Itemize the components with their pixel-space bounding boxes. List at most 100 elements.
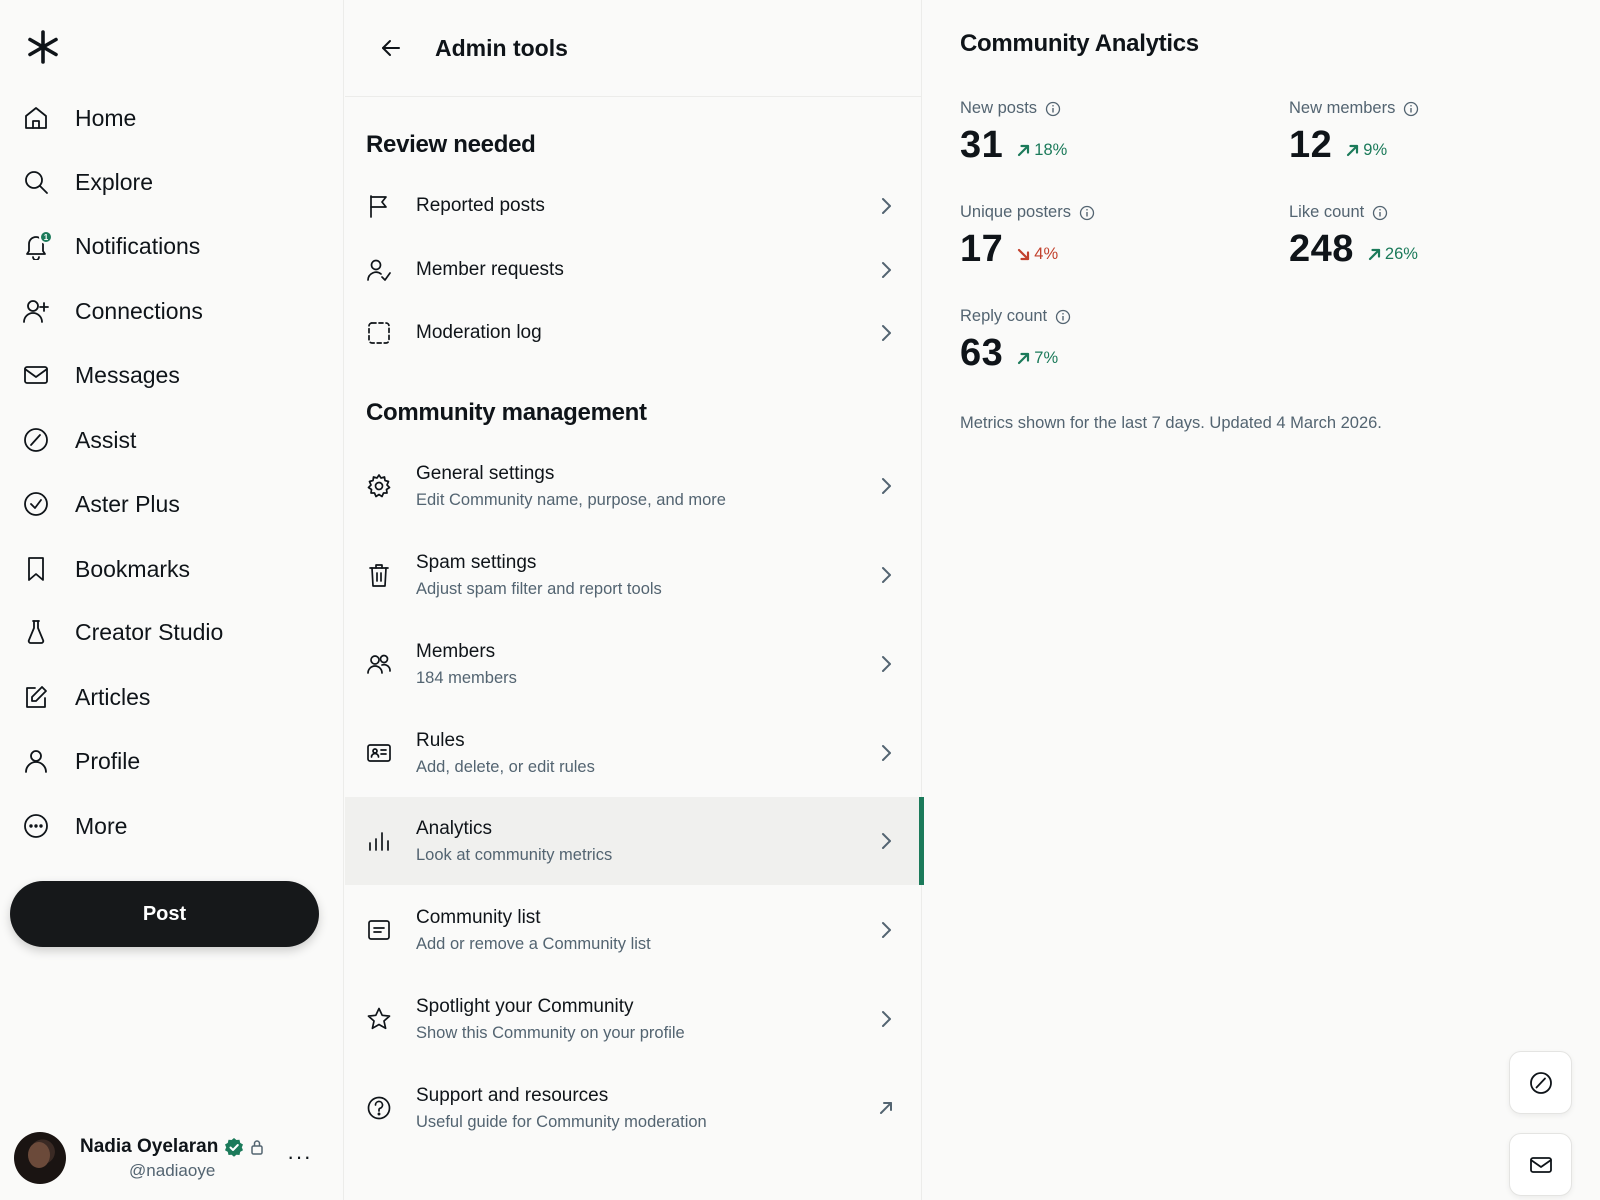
metric-value-row: 12 9% bbox=[1289, 124, 1419, 167]
section-title-management: Community management bbox=[366, 399, 647, 426]
row-text: Spotlight your Community Show this Commun… bbox=[416, 996, 685, 1043]
info-icon[interactable] bbox=[1403, 101, 1419, 117]
metric-new-posts: New posts 31 18% bbox=[960, 99, 1067, 167]
info-icon[interactable] bbox=[1079, 205, 1095, 221]
account-name: Nadia Oyelaran bbox=[80, 1135, 219, 1157]
account-handle: @nadiaoye bbox=[129, 1160, 216, 1180]
nav-bookmarks[interactable]: Bookmarks bbox=[20, 546, 190, 592]
nav-notifications[interactable]: 1 Notifications bbox=[20, 223, 200, 269]
post-button[interactable]: Post bbox=[10, 881, 319, 947]
row-analytics[interactable]: Analytics Look at community metrics bbox=[345, 797, 924, 885]
row-text: Members 184 members bbox=[416, 641, 517, 688]
nav-messages[interactable]: Messages bbox=[20, 352, 180, 398]
mail-icon bbox=[20, 359, 52, 391]
nav-creator-studio[interactable]: Creator Studio bbox=[20, 609, 223, 655]
row-member-requests[interactable]: Member requests bbox=[345, 244, 922, 296]
metric-value: 31 bbox=[960, 124, 1004, 166]
bar-chart-icon bbox=[365, 827, 393, 855]
chevron-right-icon bbox=[876, 260, 896, 280]
row-label: Rules bbox=[416, 729, 465, 751]
external-link-arrow-icon bbox=[876, 1098, 896, 1118]
nav-label: Messages bbox=[75, 361, 180, 388]
account-info: Nadia Oyelaran @nadiaoye bbox=[80, 1136, 264, 1181]
assist-floating-button[interactable] bbox=[1509, 1051, 1572, 1114]
info-icon[interactable] bbox=[1045, 101, 1061, 117]
notification-badge: 1 bbox=[39, 230, 53, 244]
chevron-right-icon bbox=[876, 1009, 896, 1029]
messages-floating-button[interactable] bbox=[1509, 1133, 1572, 1196]
nav-more[interactable]: More bbox=[20, 803, 127, 849]
metric-reply-count: Reply count 63 7% bbox=[960, 307, 1071, 375]
row-moderation-log[interactable]: Moderation log bbox=[345, 307, 922, 359]
bell-icon: 1 bbox=[20, 230, 53, 262]
mail-icon bbox=[1529, 1156, 1552, 1173]
row-label: Spam settings bbox=[416, 551, 537, 573]
chevron-right-icon bbox=[876, 654, 896, 674]
metric-label: Unique posters bbox=[960, 203, 1071, 221]
nav-explore[interactable]: Explore bbox=[20, 159, 153, 205]
star-icon bbox=[365, 1005, 393, 1033]
row-members[interactable]: Members 184 members bbox=[345, 620, 922, 708]
row-spam-settings[interactable]: Spam settings Adjust spam filter and repo… bbox=[345, 531, 922, 619]
nav-assist[interactable]: Assist bbox=[20, 417, 136, 463]
person-add-icon bbox=[20, 295, 52, 327]
metric-label: Reply count bbox=[960, 307, 1048, 325]
nav-articles[interactable]: Articles bbox=[20, 674, 150, 720]
nav-home[interactable]: Home bbox=[20, 95, 136, 141]
nav-profile[interactable]: Profile bbox=[20, 738, 140, 784]
avatar bbox=[14, 1132, 66, 1184]
person-icon bbox=[20, 745, 52, 777]
admin-tools-panel: Admin tools Review needed Reported posts… bbox=[345, 0, 924, 1200]
row-spotlight[interactable]: Spotlight your Community Show this Commun… bbox=[345, 975, 922, 1063]
info-icon[interactable] bbox=[1055, 309, 1071, 325]
bookmark-icon bbox=[20, 553, 52, 585]
row-subtitle: Useful guide for Community moderation bbox=[416, 1112, 707, 1131]
info-icon[interactable] bbox=[1372, 205, 1388, 221]
search-icon bbox=[20, 166, 52, 198]
metric-change: 9% bbox=[1346, 141, 1387, 160]
trash-icon bbox=[365, 561, 393, 589]
back-arrow-icon[interactable] bbox=[373, 30, 409, 66]
home-icon bbox=[20, 102, 52, 134]
person-check-icon bbox=[365, 256, 393, 284]
row-support-resources[interactable]: Support and resources Useful guide for Co… bbox=[345, 1064, 922, 1152]
chevron-right-icon bbox=[876, 565, 896, 585]
metric-value-row: 63 7% bbox=[960, 332, 1071, 375]
metric-change-value: 18% bbox=[1034, 141, 1068, 159]
row-general-settings[interactable]: General settings Edit Community name, pur… bbox=[345, 442, 922, 530]
metric-label-row: New posts bbox=[960, 99, 1067, 118]
row-subtitle: Edit Community name, purpose, and more bbox=[416, 490, 726, 509]
account-name-row: Nadia Oyelaran bbox=[80, 1136, 264, 1158]
chevron-right-icon bbox=[876, 476, 896, 496]
metric-change: 7% bbox=[1017, 349, 1058, 368]
more-dots-icon[interactable]: ··· bbox=[287, 1144, 312, 1170]
metric-change: 18% bbox=[1017, 141, 1067, 160]
row-label: General settings bbox=[416, 462, 555, 484]
row-rules[interactable]: Rules Add, delete, or edit rules bbox=[345, 709, 922, 797]
row-text: Spam settings Adjust spam filter and repo… bbox=[416, 552, 662, 599]
slash-circle-icon bbox=[20, 424, 52, 456]
row-text: Support and resources Useful guide for Co… bbox=[416, 1085, 707, 1132]
asterisk-logo-icon[interactable] bbox=[26, 30, 60, 64]
nav-aster-plus[interactable]: Aster Plus bbox=[20, 481, 180, 527]
more-circle-icon bbox=[20, 810, 52, 842]
check-circle-icon bbox=[20, 488, 52, 520]
dashed-square-icon bbox=[365, 319, 393, 347]
row-community-list[interactable]: Community list Add or remove a Community … bbox=[345, 886, 922, 974]
metric-value: 17 bbox=[960, 228, 1004, 270]
nav-connections[interactable]: Connections bbox=[20, 288, 203, 334]
metrics-footnote: Metrics shown for the last 7 days. Updat… bbox=[960, 414, 1382, 432]
metric-new-members: New members 12 9% bbox=[1289, 99, 1419, 167]
chevron-right-icon bbox=[876, 323, 896, 343]
metric-label: Like count bbox=[1289, 203, 1365, 221]
arrow-up-right-icon bbox=[1368, 248, 1381, 261]
row-text: Analytics Look at community metrics bbox=[416, 818, 612, 865]
row-label: Members bbox=[416, 640, 496, 662]
metric-change-value: 26% bbox=[1384, 245, 1418, 263]
chevron-right-icon bbox=[876, 831, 896, 851]
metric-label: New posts bbox=[960, 99, 1038, 117]
account-switcher[interactable]: Nadia Oyelaran @nadiaoye ··· bbox=[14, 1130, 330, 1186]
chevron-right-icon bbox=[876, 920, 896, 940]
row-reported-posts[interactable]: Reported posts bbox=[345, 180, 922, 232]
analytics-title: Community Analytics bbox=[960, 30, 1199, 57]
